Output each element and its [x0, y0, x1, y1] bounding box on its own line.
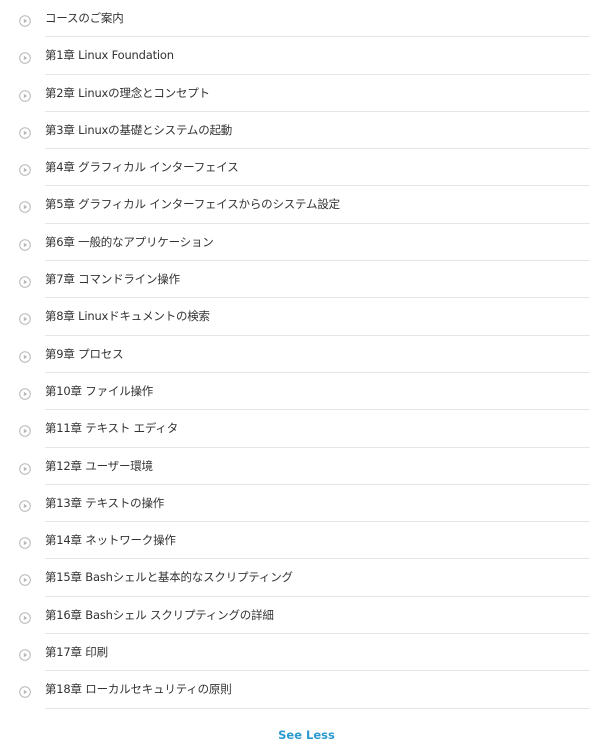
play-circle-icon — [19, 460, 31, 475]
syllabus-item[interactable]: 第15章 Bashシェルと基本的なスクリプティング — [0, 559, 613, 597]
syllabus-item[interactable]: 第9章 プロセス — [0, 336, 613, 373]
syllabus-item-label: 第18章 ローカルセキュリティの原則 — [45, 682, 232, 697]
syllabus-item[interactable]: 第16章 Bashシェル スクリプティングの詳細 — [0, 597, 613, 635]
play-circle-icon — [19, 273, 31, 288]
play-circle-icon — [19, 683, 31, 699]
syllabus-item[interactable]: 第8章 Linuxドキュメントの検索 — [0, 298, 613, 336]
syllabus-item[interactable]: 第11章 テキスト エディタ — [0, 410, 613, 448]
syllabus-item[interactable]: 第3章 Linuxの基礎とシステムの起動 — [0, 112, 613, 150]
syllabus-item-label: 第10章 ファイル操作 — [45, 383, 154, 398]
syllabus-item[interactable]: 第2章 Linuxの理念とコンセプト — [0, 75, 613, 112]
play-circle-icon — [19, 161, 31, 176]
syllabus-item-label: 第1章 Linux Foundation — [45, 48, 174, 63]
syllabus-item[interactable]: 第4章 グラフィカル インターフェイス — [0, 149, 613, 187]
syllabus-item-label: 第5章 グラフィカル インターフェイスからのシステム設定 — [45, 197, 340, 212]
syllabus-item-label: 第11章 テキスト エディタ — [45, 421, 178, 436]
syllabus-item[interactable]: 第17章 印刷 — [0, 634, 613, 672]
syllabus-item-label: 第4章 グラフィカル インターフェイス — [45, 160, 239, 175]
syllabus-item-label: 第16章 Bashシェル スクリプティングの詳細 — [45, 607, 274, 622]
play-circle-icon — [19, 422, 31, 438]
play-circle-icon — [19, 310, 31, 326]
syllabus-item-label: 第13章 テキストの操作 — [45, 495, 165, 510]
syllabus-item[interactable]: 第13章 テキストの操作 — [0, 485, 613, 523]
play-circle-icon — [19, 12, 31, 27]
divider — [45, 707, 590, 709]
play-circle-icon — [19, 609, 31, 624]
play-circle-icon — [19, 87, 31, 102]
syllabus-item-label: 第9章 プロセス — [45, 346, 124, 361]
syllabus-item-label: 第6章 一般的なアプリケーション — [45, 234, 214, 249]
syllabus-item-label: 第3章 Linuxの基礎とシステムの起動 — [45, 122, 233, 137]
syllabus-item-label: コースのご案内 — [45, 11, 124, 25]
syllabus-item[interactable]: 第12章 ユーザー環境 — [0, 448, 613, 485]
syllabus-item[interactable]: 第18章 ローカルセキュリティの原則 — [0, 671, 613, 709]
syllabus-item-label: 第17章 印刷 — [45, 645, 108, 660]
course-syllabus-list: コースのご案内第1章 Linux Foundation 第2章 Linuxの理念と… — [0, 0, 613, 709]
play-circle-icon — [19, 236, 31, 251]
play-circle-icon — [19, 348, 31, 363]
syllabus-item-label: 第14章 ネットワーク操作 — [45, 533, 176, 548]
play-circle-icon — [19, 198, 31, 214]
play-circle-icon — [19, 571, 31, 587]
play-circle-icon — [19, 124, 31, 139]
syllabus-item-label: 第15章 Bashシェルと基本的なスクリプティング — [45, 570, 293, 585]
play-circle-icon — [19, 497, 31, 512]
play-circle-icon — [19, 534, 31, 549]
syllabus-item-label: 第12章 ユーザー環境 — [45, 458, 153, 473]
syllabus-item[interactable]: 第14章 ネットワーク操作 — [0, 522, 613, 560]
syllabus-item-label: 第8章 Linuxドキュメントの検索 — [45, 309, 210, 324]
syllabus-item[interactable]: 第10章 ファイル操作 — [0, 373, 613, 411]
play-circle-icon — [19, 385, 31, 400]
see-less-link[interactable]: See Less — [0, 728, 613, 742]
syllabus-item[interactable]: 第1章 Linux Foundation — [0, 37, 613, 75]
syllabus-item-label: 第7章 コマンドライン操作 — [45, 272, 180, 287]
play-circle-icon — [19, 49, 31, 65]
play-circle-icon — [19, 646, 31, 661]
syllabus-item-label: 第2章 Linuxの理念とコンセプト — [45, 85, 210, 100]
syllabus-item[interactable]: 第6章 一般的なアプリケーション — [0, 224, 613, 262]
syllabus-item[interactable]: コースのご案内 — [0, 0, 613, 38]
syllabus-item[interactable]: 第5章 グラフィカル インターフェイスからのシステム設定 — [0, 186, 613, 224]
syllabus-item[interactable]: 第7章 コマンドライン操作 — [0, 261, 613, 299]
